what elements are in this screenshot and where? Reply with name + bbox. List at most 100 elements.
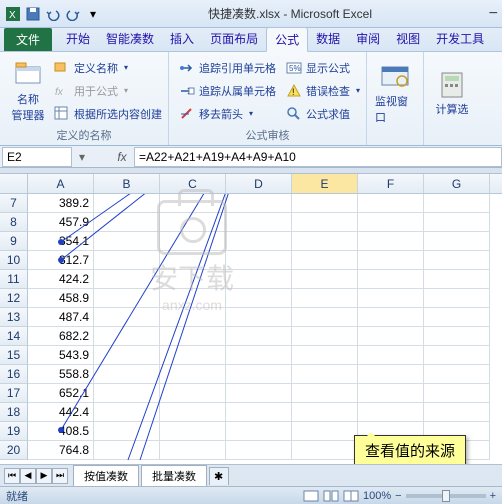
cell[interactable] [358,289,424,308]
cell[interactable] [424,384,490,403]
cell[interactable] [226,194,292,213]
row-header[interactable]: 19 [0,422,28,441]
name-box[interactable]: E2 [2,147,72,167]
row-header[interactable]: 11 [0,270,28,289]
ribbon-tab[interactable]: 审阅 [348,27,388,51]
cell[interactable] [424,403,490,422]
cell[interactable] [226,213,292,232]
sheet-nav-prev[interactable]: ◀ [20,468,36,484]
cell[interactable] [94,384,160,403]
cell[interactable] [292,194,358,213]
cell[interactable] [424,365,490,384]
cell[interactable] [94,308,160,327]
cell[interactable]: 543.9 [28,346,94,365]
undo-icon[interactable] [44,5,62,23]
cell[interactable]: 764.8 [28,441,94,460]
cell[interactable] [226,441,292,460]
cell[interactable] [160,308,226,327]
ribbon-tab[interactable]: 插入 [162,27,202,51]
column-header[interactable]: F [358,174,424,193]
formula-input[interactable]: =A22+A21+A19+A4+A9+A10 [134,147,502,167]
sheet-nav-last[interactable]: ⏭ [52,468,68,484]
name-manager-button[interactable]: 名称 管理器 [6,56,50,125]
save-icon[interactable] [24,5,42,23]
cell[interactable]: 408.5 [28,422,94,441]
row-header[interactable]: 7 [0,194,28,213]
cell[interactable]: 682.2 [28,327,94,346]
cell[interactable] [94,232,160,251]
zoom-out-button[interactable]: − [395,490,401,502]
sheet-nav-first[interactable]: ⏮ [4,468,20,484]
redo-icon[interactable] [64,5,82,23]
cell[interactable] [160,422,226,441]
row-header[interactable]: 14 [0,327,28,346]
cell[interactable] [226,270,292,289]
cell[interactable]: 458.9 [28,289,94,308]
sheet-tab[interactable]: 批量凑数 [141,465,207,486]
cell[interactable] [226,251,292,270]
ribbon-tab[interactable]: 视图 [388,27,428,51]
cell[interactable] [226,289,292,308]
cell[interactable] [226,327,292,346]
cell[interactable]: 652.1 [28,384,94,403]
cell[interactable] [160,270,226,289]
cell[interactable] [358,194,424,213]
column-header[interactable]: E [292,174,358,193]
zoom-level[interactable]: 100% [363,490,391,502]
cell[interactable] [160,213,226,232]
column-header[interactable]: C [160,174,226,193]
cell[interactable] [424,308,490,327]
cell[interactable] [160,365,226,384]
column-header[interactable]: A [28,174,94,193]
cell[interactable] [292,289,358,308]
create-from-selection-button[interactable]: 根据所选内容创建 [54,104,162,124]
ribbon-tab[interactable]: 数据 [308,27,348,51]
cell[interactable] [424,251,490,270]
cell[interactable] [292,346,358,365]
cell[interactable] [292,327,358,346]
cell[interactable] [358,403,424,422]
ribbon-tab[interactable]: 开始 [58,27,98,51]
cell[interactable] [226,346,292,365]
cell[interactable] [292,213,358,232]
cell[interactable] [160,441,226,460]
cell[interactable] [292,422,358,441]
cell[interactable] [424,270,490,289]
row-header[interactable]: 9 [0,232,28,251]
view-normal-icon[interactable] [303,490,319,502]
cell[interactable] [94,422,160,441]
fx-icon[interactable]: fx [110,150,134,164]
cell[interactable] [292,270,358,289]
define-name-button[interactable]: 定义名称▾ [54,58,162,78]
cell[interactable]: 354.1 [28,232,94,251]
sheet-nav-next[interactable]: ▶ [36,468,52,484]
cell[interactable]: 558.8 [28,365,94,384]
cell[interactable] [94,441,160,460]
view-layout-icon[interactable] [323,490,339,502]
cell[interactable] [358,346,424,365]
cell[interactable] [292,384,358,403]
cell[interactable] [424,213,490,232]
cell[interactable] [292,251,358,270]
minimize-button[interactable]: − [478,5,498,23]
remove-arrows-button[interactable]: 移去箭头▾ [179,104,276,124]
cell[interactable] [94,327,160,346]
column-header[interactable]: D [226,174,292,193]
cell[interactable] [160,194,226,213]
cell[interactable]: 487.4 [28,308,94,327]
cell[interactable] [358,232,424,251]
ribbon-tab[interactable]: 开发工具 [428,27,492,51]
cell[interactable] [160,327,226,346]
row-header[interactable]: 13 [0,308,28,327]
column-header[interactable]: B [94,174,160,193]
row-header[interactable]: 16 [0,365,28,384]
cell[interactable] [358,308,424,327]
row-header[interactable]: 8 [0,213,28,232]
cell[interactable] [358,213,424,232]
watch-window-button[interactable]: 监视窗口 [373,56,417,129]
cell[interactable]: 457.9 [28,213,94,232]
ribbon-tab[interactable]: 智能凑数 [98,27,162,51]
cell[interactable] [160,251,226,270]
view-pagebreak-icon[interactable] [343,490,359,502]
file-tab[interactable]: 文件 [4,28,52,51]
